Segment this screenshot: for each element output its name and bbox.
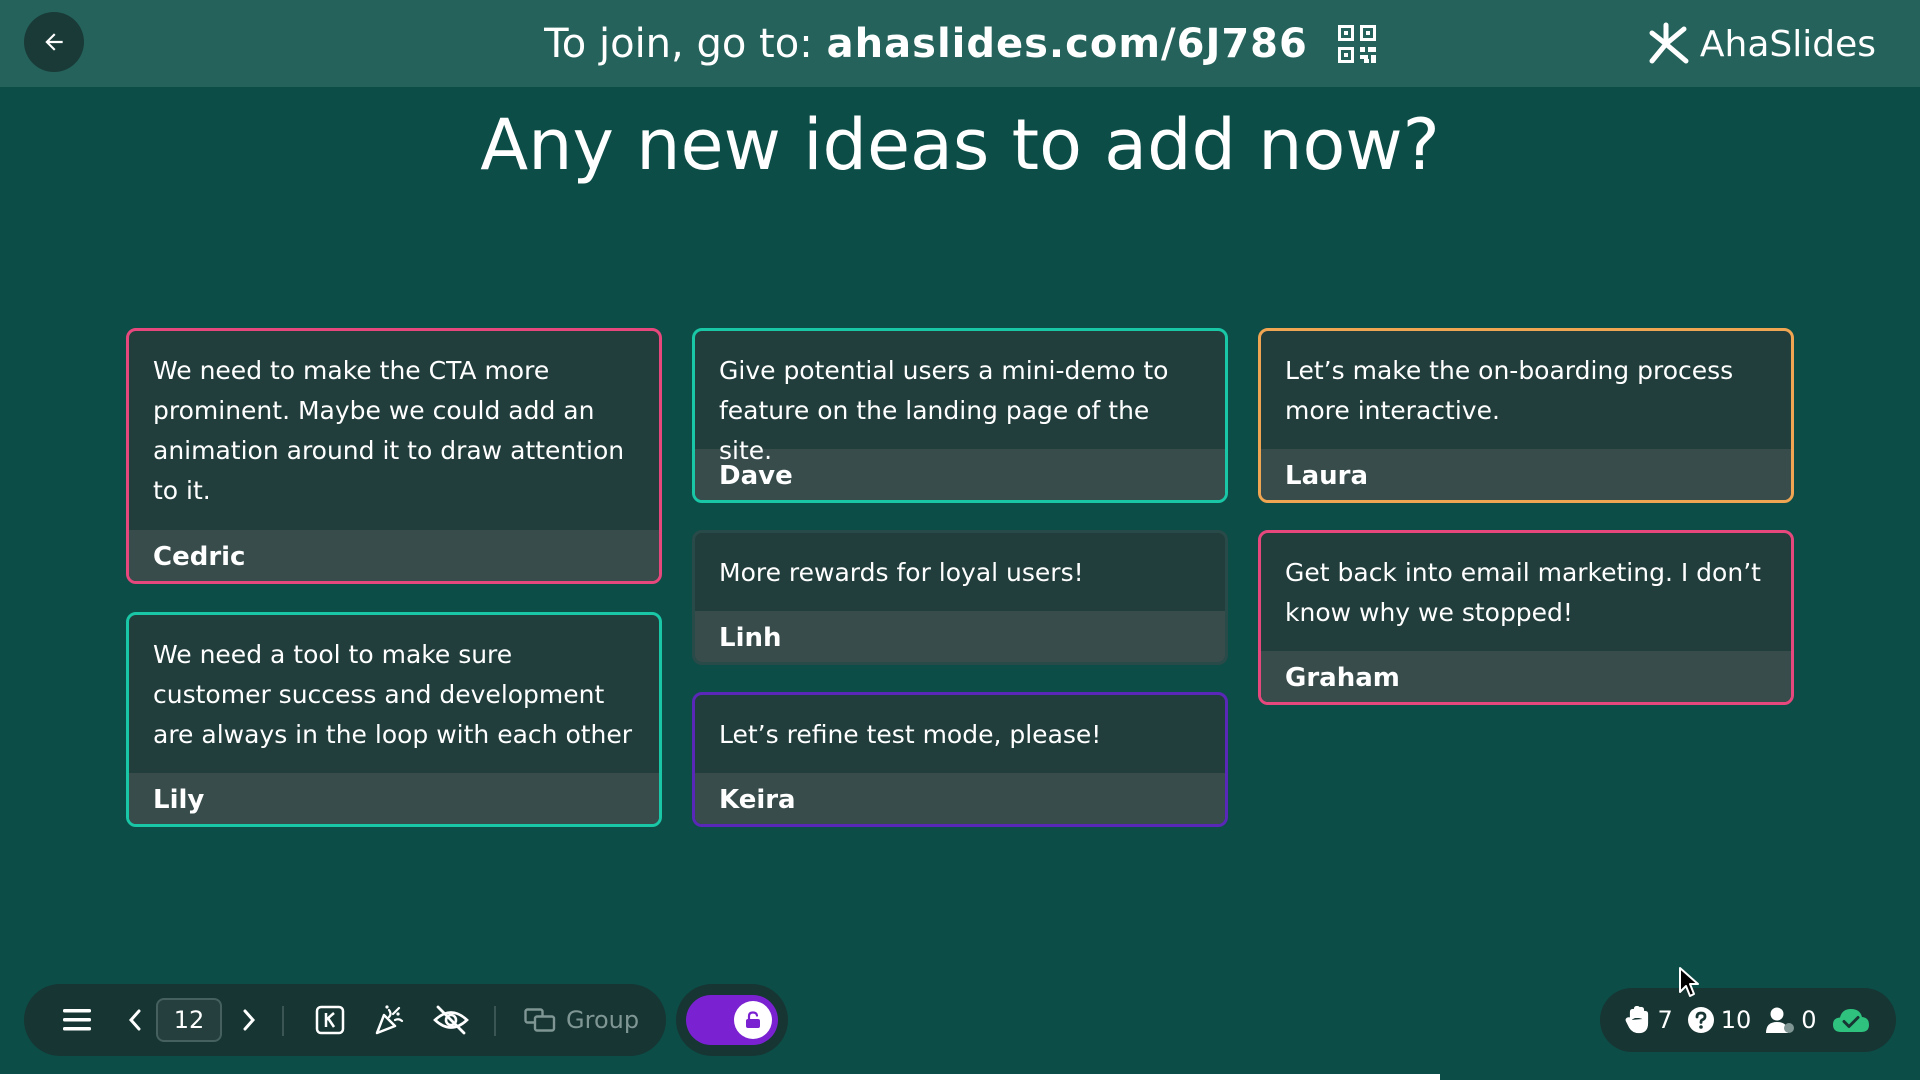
idea-author: Laura [1261, 449, 1791, 500]
idea-text: Get back into email marketing. I don’t k… [1285, 558, 1761, 627]
previous-slide-button[interactable] [120, 984, 150, 1056]
idea-text: Let’s make the on-boarding process more … [1285, 356, 1734, 425]
idea-text: We need a tool to make sure customer suc… [153, 640, 633, 749]
user-icon [1766, 1007, 1795, 1033]
questions-count: 10 [1720, 1006, 1752, 1034]
idea-card: Get back into email marketing. I don’t k… [1258, 530, 1794, 705]
slide-title: Any new ideas to add now? [480, 104, 1440, 186]
next-slide-button[interactable] [234, 984, 264, 1056]
celebrate-button[interactable] [366, 984, 412, 1056]
unlock-icon [746, 1011, 760, 1028]
idea-author: Graham [1261, 651, 1791, 702]
group-icon [524, 1008, 556, 1032]
ahaslides-logo-icon [1649, 22, 1689, 64]
eye-slash-icon [433, 1005, 469, 1035]
party-popper-icon [375, 1005, 404, 1035]
toolbar-separator [494, 1006, 496, 1036]
keyboard-shortcuts-button[interactable] [308, 984, 352, 1056]
lock-submissions-toggle[interactable] [686, 995, 778, 1045]
idea-card: Let’s refine test mode, please! Keira [692, 692, 1228, 827]
mouse-cursor-icon [1679, 967, 1699, 997]
raised-hands-count: 7 [1657, 1006, 1673, 1034]
top-bar: To join, go to: ahaslides.com/6J786 AhaS… [0, 0, 1920, 87]
raised-hands-stat[interactable]: 7 [1625, 1006, 1673, 1034]
keyboard-k-icon [315, 1005, 345, 1035]
group-button[interactable]: Group [524, 984, 639, 1056]
brand-name: AhaSlides [1699, 23, 1876, 65]
idea-card: More rewards for loyal users! Linh [692, 530, 1228, 665]
cloud-check-icon [1832, 1009, 1869, 1032]
hamburger-icon [63, 1009, 91, 1031]
chevron-right-icon [243, 1009, 256, 1031]
presenter-toolbar: Group [24, 984, 666, 1056]
toolbar-separator [282, 1006, 284, 1036]
audience-count-stat[interactable]: 0 [1765, 1006, 1817, 1034]
idea-author: Dave [695, 449, 1225, 500]
slide-number-input[interactable] [156, 998, 222, 1042]
slide-progress-bar [0, 1074, 1440, 1080]
idea-author: Keira [695, 773, 1225, 824]
raised-hand-icon [1626, 1006, 1649, 1034]
idea-card: Let’s make the on-boarding process more … [1258, 328, 1794, 503]
hide-results-button[interactable] [426, 984, 476, 1056]
audience-stats: 7 10 0 [1600, 988, 1896, 1052]
questions-stat[interactable]: 10 [1687, 1006, 1752, 1034]
idea-text: Let’s refine test mode, please! [719, 720, 1102, 749]
join-instructions: To join, go to: ahaslides.com/6J786 [0, 0, 1920, 87]
idea-text: We need to make the CTA more prominent. … [153, 356, 625, 505]
idea-text: Give potential users a mini-demo to feat… [719, 356, 1169, 465]
idea-author: Linh [695, 611, 1225, 662]
qr-code-icon[interactable] [1337, 24, 1376, 63]
idea-card: Give potential users a mini-demo to feat… [692, 328, 1228, 503]
idea-author: Lily [129, 773, 659, 824]
group-label: Group [566, 1006, 640, 1034]
join-url[interactable]: ahaslides.com/6J786 [827, 21, 1308, 67]
toggle-knob [734, 1001, 772, 1039]
brand-logo: AhaSlides [1646, 16, 1876, 72]
idea-card: We need to make the CTA more prominent. … [126, 328, 662, 584]
chevron-left-icon [128, 1009, 141, 1031]
menu-button[interactable] [54, 984, 100, 1056]
join-prefix: To join, go to: [544, 20, 813, 67]
idea-author: Cedric [129, 530, 659, 581]
audience-count: 0 [1801, 1006, 1817, 1034]
idea-text: More rewards for loyal users! [719, 558, 1084, 587]
idea-card: We need a tool to make sure customer suc… [126, 612, 662, 827]
connection-status [1831, 1006, 1871, 1034]
lock-submissions-container [676, 984, 788, 1056]
question-circle-icon [1687, 1007, 1714, 1033]
